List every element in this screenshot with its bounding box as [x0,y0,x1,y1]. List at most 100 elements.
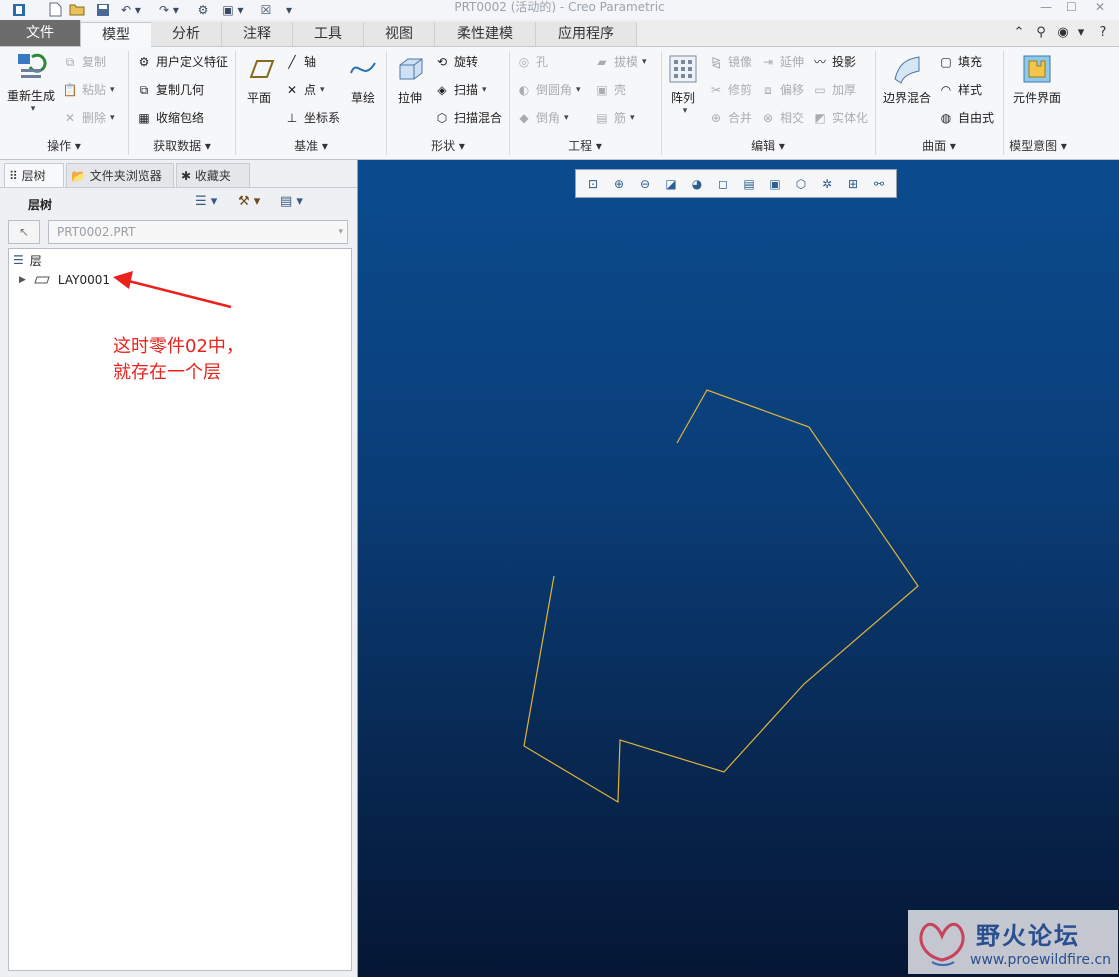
pattern-button[interactable]: 阵列 ▾ [666,53,700,116]
dropdown-icon[interactable]: ▾ [1072,24,1090,42]
community-icon[interactable]: ◉ [1054,24,1072,42]
trim-button[interactable]: ✂ 修剪 [708,81,752,99]
tab-tools[interactable]: 工具 [293,22,364,46]
tab-flexible-modeling[interactable]: 柔性建模 [435,22,536,46]
round-button[interactable]: ◐ 倒圆角 ▾ [516,81,581,99]
tab-file[interactable]: 文件 [0,20,81,46]
regenerate-button[interactable]: 重新生成 ▾ [4,51,58,114]
copy-geometry-button[interactable]: ⧉ 复制几何 [136,81,204,99]
group-datum[interactable]: 基准 ▾ [236,138,386,154]
sweep-icon: ◈ [437,83,447,97]
solidify-button[interactable]: ◩ 实体化 [812,109,868,127]
sketch-icon [347,53,379,85]
refit-icon[interactable]: ⊡ [580,173,606,195]
component-interface-button[interactable]: 元件界面 [1008,53,1066,106]
rib-button[interactable]: ▤ 筋 ▾ [594,109,634,127]
style-button[interactable]: ◠ 样式 [938,81,982,99]
tab-layer-tree[interactable]: ⠿ 层树 [4,163,64,187]
intersect-button[interactable]: ⊗ 相交 [760,109,804,127]
shrinkwrap-button[interactable]: ▦ 收缩包络 [136,109,204,127]
minimize-ribbon-icon[interactable]: ⌃ [1010,24,1028,42]
udf-button[interactable]: ⚙ 用户定义特征 [136,53,228,71]
chamfer-button[interactable]: ◆ 倒角 ▾ [516,109,568,127]
group-editing[interactable]: 编辑 ▾ [662,138,874,154]
zoom-in-icon[interactable]: ⊕ [606,173,632,195]
rib-icon: ▤ [596,111,608,125]
sketch-button[interactable]: 草绘 [346,53,380,106]
project-button[interactable]: 〰投影 [812,53,856,71]
tab-folder-browser[interactable]: 📂 文件夹浏览器 [66,163,174,187]
help-icon[interactable]: ? [1094,24,1112,42]
display-style-icon[interactable]: ◕ [684,173,710,195]
sweep-button[interactable]: ◈ 扫描 ▾ [434,81,486,99]
swept-blend-icon: ⬡ [436,111,448,125]
fill-button[interactable]: ▢ 填充 [938,53,982,71]
tree-item-lay0001[interactable]: ▶ LAY0001 [19,271,110,289]
expand-arrow-icon[interactable]: ▶ [19,275,26,285]
group-shapes[interactable]: 形状 ▾ [387,138,509,154]
revolve-button[interactable]: ⟲ 旋转 [434,53,478,71]
paste-button[interactable]: 📋 粘贴 ▾ [62,81,115,99]
show-menu-icon[interactable]: ▤ ▾ [280,194,303,209]
merge-icon: ⊕ [710,111,722,125]
csys-button[interactable]: ⊥ 坐标系 [284,109,340,127]
settings-tools-icon[interactable]: ⚒ ▾ [238,194,260,209]
hole-icon: ◎ [518,55,530,69]
extrude-button[interactable]: 拉伸 [392,53,428,106]
merge-button[interactable]: ⊕ 合并 [708,109,752,127]
swept-blend-button[interactable]: ⬡ 扫描混合 [434,109,502,127]
point-button[interactable]: ✕ 点 ▾ [284,81,325,99]
minimize-icon[interactable]: — [1040,0,1052,14]
plane-button[interactable]: 平面 [240,53,278,106]
offset-button[interactable]: ⧈ 偏移 [760,81,804,99]
perspective-icon[interactable]: ▣ [762,173,788,195]
revolve-icon: ⟲ [436,55,448,69]
chevron-down-icon: ▾ [338,227,343,237]
extend-button[interactable]: ⇥ 延伸 [760,53,804,71]
annotation-text: 这时零件02中， 就存在一个层 [113,336,244,383]
tree-root[interactable]: ☰ 层 [13,251,42,269]
shrinkwrap-icon: ▦ [138,111,150,125]
tab-favorites[interactable]: ✱ 收藏夹 [176,163,250,187]
boundary-blend-icon [891,53,923,85]
tab-view[interactable]: 视图 [364,22,435,46]
repaint-icon[interactable]: ◪ [658,173,684,195]
layers-menu-icon[interactable]: ☰ ▾ [195,194,217,209]
freestyle-button[interactable]: ◍ 自由式 [938,109,994,127]
project-icon: 〰 [813,55,826,69]
group-surfaces[interactable]: 曲面 ▾ [876,138,1002,154]
trim-icon: ✂ [710,83,722,97]
group-engineering[interactable]: 工程 ▾ [510,138,660,154]
close-icon[interactable]: ✕ [1095,0,1105,14]
extend-icon: ⇥ [762,55,774,69]
copy-button[interactable]: ⧉ 复制 [62,53,106,71]
graphics-viewport[interactable] [358,160,1119,977]
hole-button[interactable]: ◎ 孔 [516,53,548,71]
maximize-icon[interactable]: ☐ [1066,0,1077,14]
annotation-display-icon[interactable]: ⊞ [840,173,866,195]
view-manager-icon[interactable]: ▤ [736,173,762,195]
group-operations[interactable]: 操作 ▾ [0,138,128,154]
tab-model[interactable]: 模型 [80,22,152,48]
group-get-data[interactable]: 获取数据 ▾ [129,138,235,154]
delete-button[interactable]: ✕ 删除 ▾ [62,109,115,127]
zoom-out-icon[interactable]: ⊖ [632,173,658,195]
group-model-intent[interactable]: 模型意图 ▾ [1004,138,1072,154]
spin-center-icon[interactable]: ⚯ [866,173,892,195]
tab-analysis[interactable]: 分析 [151,22,222,46]
shell-button[interactable]: ▣ 壳 [594,81,626,99]
search-icon[interactable]: ⚲ [1032,24,1050,42]
select-cursor-icon[interactable]: ↖ [8,220,40,244]
axis-button[interactable]: ╱ 轴 [284,53,316,71]
tab-applications[interactable]: 应用程序 [536,22,637,46]
draft-button[interactable]: ▰ 拔模 ▾ [594,53,646,71]
datum-display-icon[interactable]: ✲ [814,173,840,195]
mirror-button[interactable]: ⧎ 镜像 [708,53,752,71]
thicken-button[interactable]: ▭ 加厚 [812,81,856,99]
boundary-blend-button[interactable]: 边界混合 [880,53,934,106]
saved-orientations-icon[interactable]: ◻ [710,173,736,195]
section-icon[interactable]: ⬡ [788,173,814,195]
model-selector[interactable]: PRT0002.PRT ▾ [48,220,348,244]
forum-title: 野火论坛 [976,922,1080,950]
tab-annotate[interactable]: 注释 [222,22,293,46]
